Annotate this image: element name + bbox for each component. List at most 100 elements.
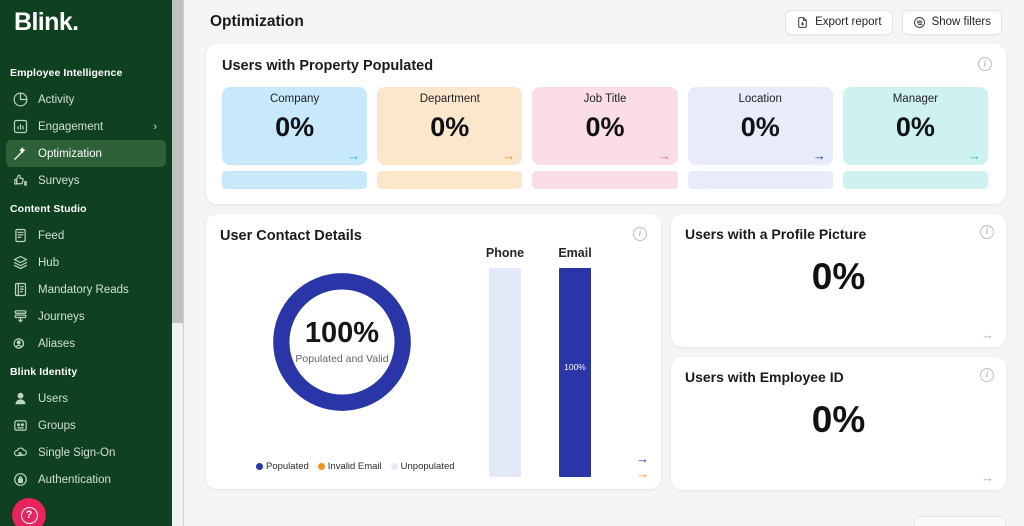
property-tile-column: Manager0%→ [843,87,988,189]
property-tile-band [532,171,677,189]
sidebar-item-aliases[interactable]: Aliases [6,330,166,357]
property-tile-band [222,171,367,189]
dashboard-content: Users with Property Populated i Company 0… [184,44,1024,490]
bar-column-phone[interactable] [478,268,532,477]
bar-label-phone: Phone [478,246,532,260]
sidebar-section-title: Content Studio [0,194,172,222]
book-icon [11,281,29,299]
property-tiles: Company0%→Department0%→Job Title0%→Locat… [222,87,988,189]
show-filters-label: Show filters [932,16,991,28]
cloud-key-icon [11,444,29,462]
info-icon[interactable]: i [980,368,994,382]
users-with-property-populated-card: Users with Property Populated i Company 0… [206,44,1006,204]
bar-phone-unpopulated [489,268,521,477]
export-report-button[interactable]: Export report [785,10,892,35]
contact-card-title: User Contact Details [220,228,645,244]
sidebar-item-label: Mandatory Reads [38,284,129,296]
property-tile-manager[interactable]: Manager0%→ [843,87,988,165]
arrow-secondary-icon[interactable]: → [636,467,649,481]
sidebar: Blink. Employee Intelligence Activity Enga… [0,0,172,526]
sidebar-item-journeys[interactable]: Journeys [6,303,166,330]
property-tile-label: Job Title [532,93,677,105]
arrow-right-icon[interactable]: → [502,149,515,162]
sidebar-item-label: Hub [38,257,59,269]
property-tile-label: Department [377,93,522,105]
sidebar-item-hub[interactable]: Hub [6,249,166,276]
property-tile-column: Job Title0%→ [532,87,677,189]
stat-card-users-with-employee-id[interactable]: Users with Employee IDi0%→ [671,357,1006,490]
property-tile-location[interactable]: Location 0% → [688,87,833,165]
property-tile-job-title[interactable]: Job Title0%→ [532,87,677,165]
property-tile-department[interactable]: Department0%→ [377,87,522,165]
sidebar-item-label: Groups [38,420,76,432]
sidebar-item-label: Users [38,393,68,405]
property-tile-band [688,171,833,189]
property-tile-company[interactable]: Company 0% → [222,87,367,165]
arrow-right-icon[interactable]: → [981,471,994,484]
sidebar-item-surveys[interactable]: Surveys [6,167,166,194]
info-icon[interactable]: i [980,225,994,239]
legend-label: Invalid Email [328,461,382,472]
thumbs-up-down-icon [11,172,29,190]
user-contact-details-card: User Contact Details i 100% Populated an… [206,214,661,489]
stat-card-value: 0% [685,258,992,295]
bar-label-email: Email [548,246,602,260]
donut-legend: Populated Invalid Email Unpopulated [256,461,455,472]
bar-chart-icon [11,118,29,136]
contact-card-arrows: → → [636,452,649,481]
property-tile-value: 0% [688,114,833,141]
sidebar-item-activity[interactable]: Activity [6,86,166,113]
contact-donut-region: 100% Populated and Valid Populated Invali… [220,244,470,482]
sidebar-item-label: Single Sign-On [38,447,115,459]
stat-card-value: 0% [685,401,992,438]
property-tile-band [377,171,522,189]
info-icon[interactable]: i [978,57,992,71]
arrow-right-icon[interactable]: → [658,149,671,162]
sidebar-item-engagement[interactable]: Engagement› [6,113,166,140]
sidebar-item-label: Optimization [38,148,102,160]
sidebar-item-feed[interactable]: Feed [6,222,166,249]
sidebar-item-label: Activity [38,94,74,106]
legend-item: Invalid Email [318,461,382,472]
arrow-right-icon[interactable]: → [813,149,826,162]
sidebar-item-mandatory-reads[interactable]: Mandatory Reads [6,276,166,303]
show-filters-button[interactable]: Show filters [902,10,1002,35]
arrow-right-icon[interactable]: → [347,149,360,162]
info-icon[interactable]: i [633,227,647,241]
sidebar-item-users[interactable]: Users [6,385,166,412]
property-tile-label: Company [222,93,367,105]
legend-item: Unpopulated [391,461,455,472]
sidebar-section-title: Blink Identity [0,357,172,385]
top-bar-actions: Export report Show filters [785,10,1002,35]
sidebar-item-label: Aliases [38,338,75,350]
legend-label: Unpopulated [401,461,455,472]
stat-card-title: Users with a Profile Picture [685,226,992,242]
pie-chart-icon [11,91,29,109]
sidebar-item-groups[interactable]: Groups [6,412,166,439]
sidebar-section-title: Employee Intelligence [0,58,172,86]
sidebar-item-single-sign-on[interactable]: Single Sign-On [6,439,166,466]
contact-card-body: 100% Populated and Valid Populated Invali… [220,244,645,482]
arrow-right-icon[interactable]: → [981,328,994,341]
arrow-primary-icon[interactable]: → [636,452,649,466]
arrow-right-icon[interactable]: → [968,149,981,162]
property-tile-column: Location 0% → [688,87,833,189]
chevron-right-icon[interactable]: › [153,121,157,133]
stat-card-users-with-a-profile-picture[interactable]: Users with a Profile Picturei 0% → [671,214,1006,347]
donut-center-text: 100% Populated and Valid [268,268,416,416]
main-content: Optimization Export report [184,0,1024,526]
property-card-title: Users with Property Populated [222,58,988,74]
bar-column-email[interactable]: 100% [548,268,602,477]
sidebar-scrollbar-thumb[interactable] [172,0,183,323]
brand-logo[interactable]: Blink. [0,0,172,50]
stat-cards-column: Users with a Profile Picturei0%→Users wi… [671,214,1006,490]
legend-item: Populated [256,461,309,472]
export-report-label: Export report [815,16,881,28]
property-tile-label: Location [688,93,833,105]
legend-swatch [391,463,398,470]
question-mark-icon: ? [21,507,38,524]
help-button[interactable]: ? [12,498,46,526]
sidebar-item-optimization[interactable]: Optimization [6,140,166,167]
property-tile-value: 0% [222,114,367,141]
sidebar-item-authentication[interactable]: Authentication [6,466,166,493]
